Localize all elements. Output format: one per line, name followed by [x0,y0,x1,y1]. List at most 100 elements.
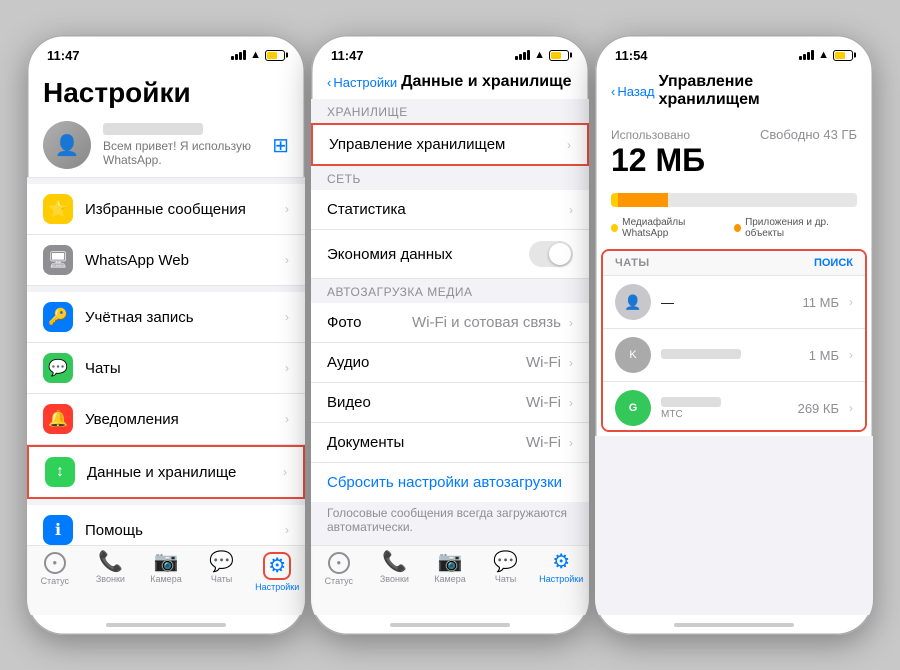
chat-info-2: МТС [661,397,788,420]
chat-row-1[interactable]: K 1 МБ › [603,329,865,382]
help-label: Помощь [85,522,273,539]
manage-chevron: › [567,138,571,152]
photo-item[interactable]: Фото Wi-Fi и сотовая связь › [311,303,589,343]
economy-item[interactable]: Экономия данных [311,230,589,279]
docs-item[interactable]: Документы Wi-Fi › [311,423,589,463]
chats-section-header: ЧАТЫ ПОИСК [603,251,865,276]
tab-status-1[interactable]: ● Статус [27,552,83,586]
chat-row-0[interactable]: 👤 — 11 МБ › [603,276,865,329]
chevron-icon-4: › [285,361,289,375]
tab-camera-icon: 📷 [154,552,179,572]
chat-info-0: — [661,295,793,310]
settings-item-chats[interactable]: 💬 Чаты › [27,343,305,394]
video-chevron: › [569,396,573,410]
chat-avatar-1: K [615,337,651,373]
settings-item-account[interactable]: 🔑 Учётная запись › [27,292,305,343]
manage-storage-label: Управление хранилищем [329,136,559,153]
signal-icon [231,50,246,60]
status-icons-3: ▲ [799,49,853,61]
tab-status-2[interactable]: ● Статус [311,552,367,586]
tab-settings-label-2: Настройки [539,574,583,584]
settings-item-notifications[interactable]: 🔔 Уведомления › [27,394,305,445]
nav-bar-2: ‹ Настройки Данные и хранилище [311,69,589,99]
settings-header: Настройки [27,69,305,113]
chat-row-2[interactable]: G МТС 269 КБ › [603,382,865,432]
chevron-icon-6: › [283,465,287,479]
tab-bar-2: ● Статус 📞 Звонки 📷 Камера 💬 Чаты ⚙ [311,545,589,615]
notif-label: Уведомления [85,411,273,428]
bar-rest [668,193,857,207]
tab-chats-icon: 💬 [209,552,234,572]
tab-settings-icon-2: ⚙ [552,552,570,572]
chevron-icon-3: › [285,310,289,324]
time-1: 11:47 [47,48,80,63]
tab-settings-icon: ⚙ [268,556,286,576]
chat-chevron-0: › [849,295,853,309]
bar-whatsapp [611,193,618,207]
chevron-icon: › [285,202,289,216]
profile-name-blur [103,123,203,135]
tab-calls-2[interactable]: 📞 Звонки [367,552,423,584]
tab-calls-1[interactable]: 📞 Звонки [83,552,139,584]
nav-back-3[interactable]: ‹ Назад [611,84,655,99]
tab-status-label: Статус [41,576,69,586]
stats-item[interactable]: Статистика › [311,190,589,230]
whatsapp-web-label: WhatsApp Web [85,252,273,269]
settings-list: ⭐ Избранные сообщения › 🖥 WhatsApp Web ›… [27,178,305,545]
tab-camera-1[interactable]: 📷 Камера [138,552,194,584]
manage-storage-item[interactable]: Управление хранилищем › [311,123,589,166]
nav-back-2[interactable]: ‹ Настройки [327,75,397,90]
settings-item-help[interactable]: ℹ Помощь › [27,505,305,545]
spacer-3 [595,436,873,615]
search-label[interactable]: ПОИСК [814,257,853,269]
chat-size-1: 1 МБ [809,348,839,363]
tab-camera-icon-2: 📷 [438,552,463,572]
settings-item-whatsapp-web[interactable]: 🖥 WhatsApp Web › [27,235,305,286]
data-screen: ‹ Настройки Данные и хранилище ХРАНИЛИЩЕ… [311,69,589,635]
reset-item[interactable]: Сбросить настройки автозагрузки [311,463,589,502]
storage-size-row: Использовано 12 МБ Свободно 43 ГБ [611,127,857,179]
audio-item[interactable]: Аудио Wi-Fi › [311,343,589,383]
tab-camera-label: Камера [150,574,181,584]
profile-status: Всем привет! Я использую WhatsApp. [103,139,260,167]
tab-settings-label: Настройки [255,582,299,592]
favorites-icon: ⭐ [43,194,73,224]
video-item[interactable]: Видео Wi-Fi › [311,383,589,423]
economy-toggle[interactable] [529,241,573,267]
settings-item-favorites[interactable]: ⭐ Избранные сообщения › [27,184,305,235]
profile-section[interactable]: 👤 Всем привет! Я использую WhatsApp. ⊞ [27,113,305,178]
stats-chevron: › [569,203,573,217]
phone-settings: 11:47 ▲ Настройки 👤 [27,35,305,635]
tab-settings-2[interactable]: ⚙ Настройки [533,552,589,584]
wifi-icon-2: ▲ [534,49,545,61]
autoload-note: Голосовые сообщения всегда загружаются а… [311,502,589,542]
audio-label: Аудио [327,354,518,371]
tab-calls-label: Звонки [96,574,125,584]
docs-value: Wi-Fi [526,434,561,451]
video-label: Видео [327,394,518,411]
tab-calls-label-2: Звонки [380,574,409,584]
tab-camera-2[interactable]: 📷 Камера [422,552,478,584]
qr-icon[interactable]: ⊞ [272,133,289,158]
used-size: 12 МБ [611,142,705,179]
used-label: Использовано [611,128,705,142]
manage-screen: ‹ Назад Управление хранилищем Использова… [595,69,873,635]
tab-status-icon-2: ● [328,552,350,574]
settings-screen: Настройки 👤 Всем привет! Я использую Wha… [27,69,305,635]
status-icons-1: ▲ [231,49,285,61]
settings-item-data[interactable]: ↕ Данные и хранилище › [27,445,305,499]
economy-label: Экономия данных [327,246,521,263]
chats-section: ЧАТЫ ПОИСК 👤 — 11 МБ › K 1 МБ [601,249,867,432]
tab-chats-1[interactable]: 💬 Чаты [194,552,250,584]
status-bar-2: 11:47 ▲ [311,35,589,69]
account-label: Учётная запись [85,309,273,326]
chat-avatar-2: G [615,390,651,426]
status-bar-1: 11:47 ▲ [27,35,305,69]
phone-data-storage: 11:47 ▲ ‹ Настройки Данные и хранилище Х… [311,35,589,635]
tab-settings-1[interactable]: ⚙ Настройки [249,552,305,592]
reset-label: Сбросить настройки автозагрузки [327,474,573,491]
chevron-icon-7: › [285,523,289,537]
tab-chats-2[interactable]: 💬 Чаты [478,552,534,584]
legend-whatsapp: Медиафайлы WhatsApp [611,217,722,239]
wifi-icon: ▲ [250,49,261,61]
